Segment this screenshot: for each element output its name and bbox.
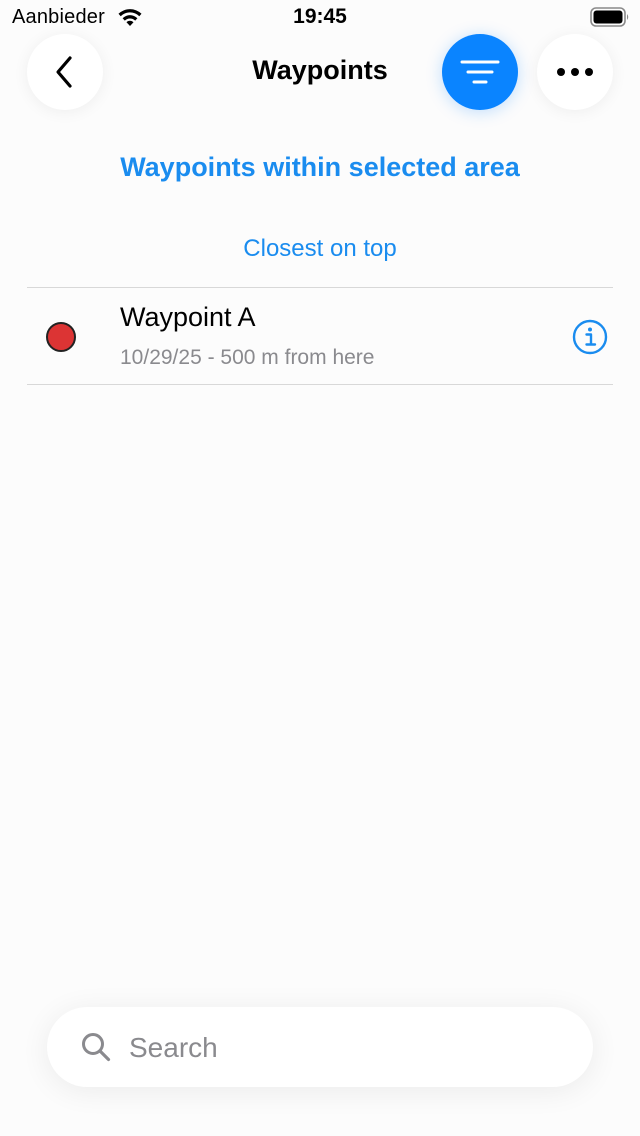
- status-bar: Aanbieder 19:45: [0, 0, 640, 36]
- divider: [27, 384, 613, 385]
- waypoints-screen: Aanbieder 19:45 Waypoints Waypoints with…: [0, 0, 640, 1136]
- sort-order-button[interactable]: Closest on top: [0, 235, 640, 263]
- filter-lines-icon: [460, 60, 500, 84]
- waypoint-row[interactable]: Waypoint A 10/29/25 - 500 m from here: [27, 288, 613, 384]
- search-bar[interactable]: [47, 1007, 593, 1087]
- ellipsis-icon: [557, 68, 593, 76]
- search-icon: [82, 1033, 111, 1062]
- page-title: Waypoints: [252, 55, 388, 85]
- search-input[interactable]: [127, 1025, 551, 1071]
- waypoint-detail: 10/29/25 - 500 m from here: [120, 346, 375, 369]
- waypoint-name: Waypoint A: [120, 302, 256, 332]
- section-title: Waypoints within selected area: [120, 152, 520, 182]
- filter-button[interactable]: [442, 34, 518, 110]
- waypoint-color-dot: [46, 322, 76, 352]
- status-time: 19:45: [293, 5, 347, 28]
- chevron-left-icon: [56, 56, 72, 88]
- battery-icon: [590, 7, 629, 27]
- more-button[interactable]: [537, 34, 613, 110]
- back-button[interactable]: [27, 34, 103, 110]
- info-icon[interactable]: [572, 319, 608, 355]
